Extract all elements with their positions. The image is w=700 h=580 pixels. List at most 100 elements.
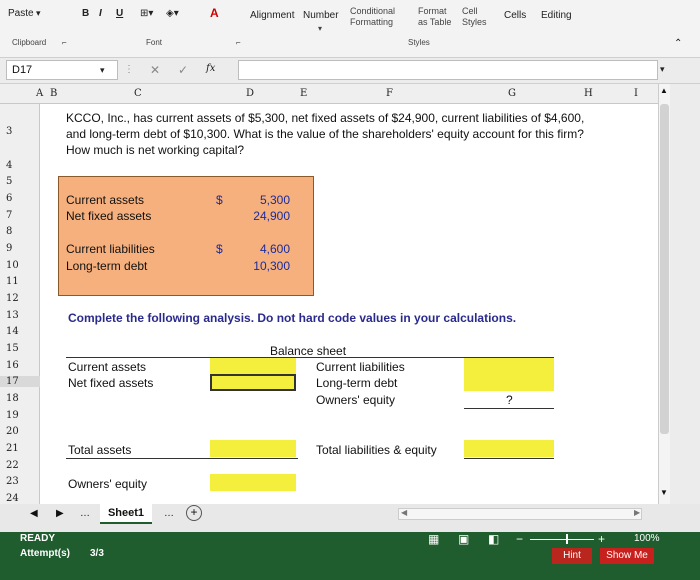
number-dropdown-icon[interactable]: ▾ [318, 24, 322, 33]
row-header[interactable]: 9 [6, 243, 12, 254]
normal-view-icon[interactable]: ▦ [428, 532, 439, 546]
bs-label-owners-equity-2[interactable]: Owners' equity [68, 477, 147, 491]
name-box-dropdown-icon[interactable]: ▾ [100, 65, 105, 76]
bs-label-total-assets[interactable]: Total assets [68, 443, 131, 457]
worksheet-grid[interactable]: A B C D E F G H I 3 4 5 6 7 8 9 10 11 12… [0, 84, 658, 504]
sheet-tab-sheet1[interactable]: Sheet1 [100, 504, 152, 524]
borders-icon[interactable]: ⊞▾ [140, 8, 153, 19]
answer-cell-total-assets[interactable] [210, 440, 296, 457]
alignment-button[interactable]: Alignment [250, 10, 294, 21]
row-header[interactable]: 22 [6, 460, 19, 471]
horizontal-scrollbar[interactable] [398, 508, 642, 520]
page-layout-icon[interactable]: ▣ [458, 532, 469, 546]
editing-button[interactable]: Editing [541, 10, 572, 21]
bs-label-current-assets[interactable]: Current assets [68, 360, 146, 374]
row-header[interactable]: 10 [6, 260, 19, 271]
column-header[interactable]: G [508, 88, 516, 99]
column-header[interactable]: A [36, 88, 43, 99]
owners-equity-value[interactable]: ? [506, 393, 513, 407]
row-header[interactable]: 8 [6, 226, 12, 237]
zoom-slider[interactable] [530, 539, 594, 540]
input-label-current-assets[interactable]: Current assets [66, 193, 144, 207]
bs-label-net-fixed-assets[interactable]: Net fixed assets [68, 376, 153, 390]
prev-sheet-icon[interactable]: ◀ [30, 508, 38, 519]
next-sheet-icon[interactable]: ▶ [56, 508, 64, 519]
scroll-up-icon[interactable]: ▲ [660, 86, 668, 95]
bs-label-current-liabilities[interactable]: Current liabilities [316, 360, 405, 374]
expand-formula-bar-icon[interactable]: ▾ [660, 64, 665, 75]
input-value-current-liabilities[interactable]: 4,600 [254, 242, 290, 256]
add-sheet-icon[interactable]: + [186, 505, 202, 521]
enter-icon[interactable]: ✓ [178, 63, 188, 77]
input-label-long-term-debt[interactable]: Long-term debt [66, 259, 147, 273]
paste-button[interactable]: Paste [8, 8, 34, 19]
column-header[interactable]: H [584, 88, 593, 99]
input-label-net-fixed-assets[interactable]: Net fixed assets [66, 209, 151, 223]
row-header[interactable]: 11 [6, 276, 19, 287]
italic-button[interactable]: I [99, 8, 102, 19]
row-header[interactable]: 23 [6, 476, 19, 487]
row-header[interactable]: 19 [6, 410, 19, 421]
font-color-icon[interactable]: A [210, 6, 219, 20]
answer-cell-current-assets[interactable] [210, 358, 296, 374]
collapse-ribbon-icon[interactable]: ⌃ [674, 38, 682, 49]
underline-button[interactable]: U [116, 8, 123, 19]
column-header[interactable]: B [50, 88, 57, 99]
bs-label-total-liabilities-equity[interactable]: Total liabilities & equity [316, 443, 437, 457]
conditional-formatting-button[interactable]: Conditional Formatting [350, 6, 418, 28]
page-break-icon[interactable]: ◧ [488, 532, 499, 546]
input-label-current-liabilities[interactable]: Current liabilities [66, 242, 155, 256]
formula-input[interactable] [238, 60, 658, 80]
zoom-slider-thumb[interactable] [566, 534, 568, 544]
column-header[interactable]: E [300, 88, 307, 99]
row-header[interactable]: 14 [6, 326, 19, 337]
row-header[interactable]: 7 [6, 210, 12, 221]
more-options-icon[interactable]: ⋮ [124, 64, 134, 75]
row-header[interactable]: 15 [6, 343, 19, 354]
scroll-left-icon[interactable]: ◀ [401, 508, 407, 517]
row-header[interactable]: 18 [6, 393, 19, 404]
row-header[interactable]: 3 [6, 126, 12, 137]
format-as-table-button[interactable]: Format as Table [418, 6, 458, 28]
row-header[interactable]: 12 [6, 293, 19, 304]
more-sheets-icon[interactable]: … [80, 508, 90, 519]
row-header[interactable]: 5 [6, 176, 12, 187]
zoom-in-icon[interactable]: + [598, 532, 605, 546]
currency-symbol[interactable]: $ [216, 242, 223, 256]
row-header[interactable]: 6 [6, 193, 12, 204]
vertical-scrollbar[interactable]: ▲ ▼ [658, 84, 670, 504]
zoom-out-icon[interactable]: − [516, 532, 523, 546]
scroll-right-icon[interactable]: ▶ [634, 508, 640, 517]
cells-button[interactable]: Cells [504, 10, 526, 21]
input-value-net-fixed-assets[interactable]: 24,900 [246, 209, 290, 223]
paste-dropdown-icon[interactable]: ▾ [36, 8, 41, 19]
hint-button[interactable]: Hint [552, 548, 592, 564]
scroll-down-icon[interactable]: ▼ [660, 488, 668, 497]
row-header[interactable]: 16 [6, 360, 19, 371]
input-value-long-term-debt[interactable]: 10,300 [246, 259, 290, 273]
bs-label-long-term-debt[interactable]: Long-term debt [316, 376, 397, 390]
insert-function-icon[interactable]: fx [206, 63, 215, 74]
row-header[interactable]: 13 [6, 310, 19, 321]
scrollbar-thumb[interactable] [660, 104, 669, 434]
row-header[interactable]: 21 [6, 443, 19, 454]
cancel-icon[interactable]: ✕ [150, 63, 160, 77]
column-header[interactable]: F [386, 88, 393, 99]
cell-styles-button[interactable]: Cell Styles [462, 6, 490, 28]
number-button[interactable]: Number [303, 10, 339, 21]
row-header-selected[interactable]: 17 [0, 376, 40, 387]
balance-sheet-title[interactable]: Balance sheet [270, 344, 346, 358]
clipboard-launcher-icon[interactable]: ⌐ [62, 38, 67, 47]
row-header[interactable]: 24 [6, 493, 19, 504]
currency-symbol[interactable]: $ [216, 193, 223, 207]
show-me-button[interactable]: Show Me [600, 548, 654, 564]
answer-cell-total-liabilities-equity[interactable] [464, 440, 554, 457]
row-header[interactable]: 4 [6, 160, 12, 171]
row-header[interactable]: 20 [6, 426, 19, 437]
bs-label-owners-equity[interactable]: Owners' equity [316, 393, 395, 407]
answer-cell-owners-equity[interactable] [210, 474, 296, 491]
answer-cell-net-fixed-assets-selected[interactable] [210, 374, 296, 391]
zoom-level[interactable]: 100% [634, 533, 660, 544]
column-header[interactable]: D [246, 88, 254, 99]
column-header[interactable]: I [634, 88, 638, 99]
